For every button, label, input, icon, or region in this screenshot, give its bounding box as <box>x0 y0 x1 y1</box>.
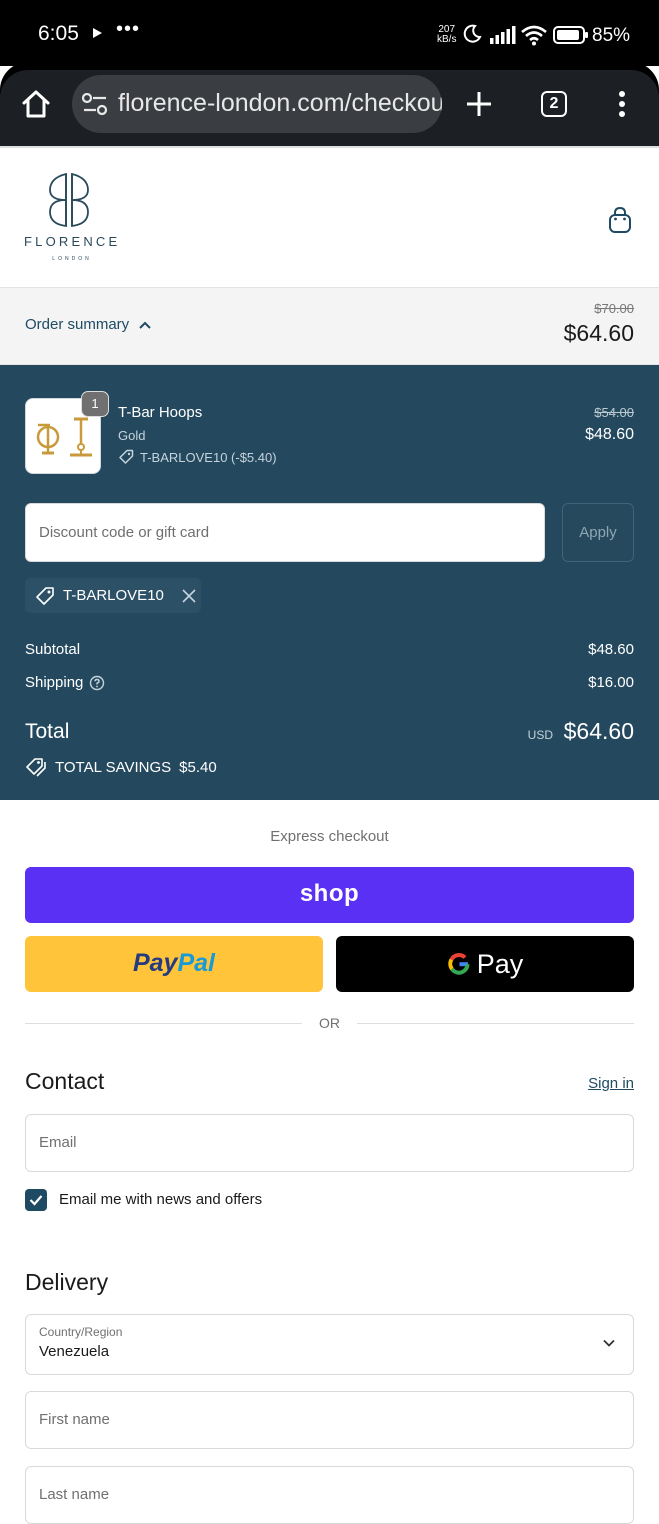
product-price: $48.60 <box>585 426 634 443</box>
total-savings: TOTAL SAVINGS $5.40 <box>25 757 217 777</box>
delivery-heading: Delivery <box>25 1269 109 1295</box>
remove-code-icon[interactable] <box>182 588 196 603</box>
tags-icon <box>26 758 46 777</box>
news-offers-checkbox[interactable] <box>25 1189 47 1211</box>
tab-switcher-button[interactable]: 2 <box>541 91 567 117</box>
sign-in-link[interactable]: Sign in <box>588 1075 634 1092</box>
battery-icon <box>553 26 588 44</box>
google-g-icon <box>448 953 470 975</box>
total-currency: USD <box>527 728 553 742</box>
first-name-placeholder: First name <box>39 1411 110 1428</box>
chevron-up-icon <box>139 321 151 329</box>
savings-label: TOTAL SAVINGS <box>55 758 172 776</box>
country-value: Venezuela <box>39 1343 110 1360</box>
summary-original-total: $70.00 <box>594 301 634 316</box>
paypal-logo-pay: Pay <box>132 949 178 977</box>
network-speed-unit: kB/s <box>437 34 457 45</box>
or-divider-text: OR <box>319 1015 340 1031</box>
product-discount-text: T-BARLOVE10 (-$5.40) <box>140 449 277 465</box>
status-overflow: ••• <box>116 18 141 40</box>
home-icon[interactable] <box>20 88 52 120</box>
status-bar: 6:05 ••• 207 kB/s 85% <box>0 0 659 66</box>
news-offers-label[interactable]: Email me with news and offers <box>59 1191 262 1208</box>
network-speed: 207 kB/s <box>437 25 456 45</box>
moon-icon <box>463 24 482 43</box>
site-settings-icon[interactable] <box>82 93 108 115</box>
product-original-price: $54.00 <box>594 405 634 420</box>
apply-discount-button[interactable]: Apply <box>562 503 634 562</box>
savings-value: $5.40 <box>179 758 217 776</box>
subtotal-value: $48.60 <box>588 641 634 658</box>
checkmark-icon <box>29 1195 43 1206</box>
order-summary-toggle[interactable]: Order summary <box>25 316 151 333</box>
product-discount: T-BARLOVE10 (-$5.40) <box>118 449 277 465</box>
paypal-logo-pal: Pal <box>177 949 215 977</box>
url-text[interactable]: florence-london.com/checkout <box>118 89 442 118</box>
applied-code-chip: T-BARLOVE10 <box>25 578 201 613</box>
quantity-badge: 1 <box>81 391 109 417</box>
shipping-value: $16.00 <box>588 674 634 691</box>
paypal-button[interactable]: PayPal <box>25 936 323 992</box>
new-tab-icon[interactable] <box>463 88 495 120</box>
discount-code-input[interactable]: Discount code or gift card <box>25 503 545 562</box>
order-summary-label: Order summary <box>25 316 130 333</box>
battery-percent: 85% <box>592 25 631 46</box>
first-name-field[interactable]: First name <box>25 1391 634 1449</box>
total-label: Total <box>25 720 70 743</box>
shop-pay-button[interactable]: shop <box>25 867 634 923</box>
country-label: Country/Region <box>39 1325 123 1339</box>
product-name: T-Bar Hoops <box>118 404 203 421</box>
chevron-down-icon <box>603 1339 615 1347</box>
tag-icon <box>119 449 134 464</box>
email-placeholder: Email <box>39 1134 77 1151</box>
shopping-bag-icon[interactable] <box>607 206 633 234</box>
contact-heading: Contact <box>25 1068 105 1094</box>
brand-subtitle: LONDON <box>52 256 92 262</box>
more-menu-icon[interactable] <box>612 89 632 119</box>
order-summary-panel: 1 T-Bar Hoops Gold T-BARLOVE10 (-$5.40) … <box>0 365 659 800</box>
brand-logo-icon[interactable] <box>46 172 92 228</box>
express-checkout-title: Express checkout <box>270 828 389 845</box>
total-value: $64.60 <box>563 718 634 744</box>
signal-icon <box>490 26 516 44</box>
shipping-label: Shipping <box>25 674 84 691</box>
last-name-field[interactable]: Last name <box>25 1466 634 1524</box>
tag-icon <box>36 586 54 605</box>
order-summary-bar[interactable]: Order summary $70.00 $64.60 <box>0 288 659 365</box>
product-variant: Gold <box>118 428 146 443</box>
discount-code-placeholder: Discount code or gift card <box>39 524 210 541</box>
status-time: 6:05 <box>38 22 79 45</box>
email-field[interactable]: Email <box>25 1114 634 1172</box>
help-icon[interactable] <box>89 675 105 691</box>
shipping-row: Shipping <box>25 674 105 691</box>
last-name-placeholder: Last name <box>39 1486 110 1503</box>
country-select[interactable]: Country/Region Venezuela <box>25 1314 634 1375</box>
google-pay-button[interactable]: Pay <box>336 936 634 992</box>
address-bar[interactable]: florence-london.com/checkout <box>72 75 442 133</box>
summary-total: $64.60 <box>563 320 634 346</box>
wifi-icon <box>521 25 547 46</box>
site-header: FLORENCE LONDON <box>0 146 659 288</box>
subtotal-label: Subtotal <box>25 641 81 658</box>
brand-name[interactable]: FLORENCE <box>24 234 120 249</box>
google-pay-label: Pay <box>476 948 524 979</box>
play-icon <box>93 28 102 38</box>
applied-code-text: T-BARLOVE10 <box>63 587 164 604</box>
